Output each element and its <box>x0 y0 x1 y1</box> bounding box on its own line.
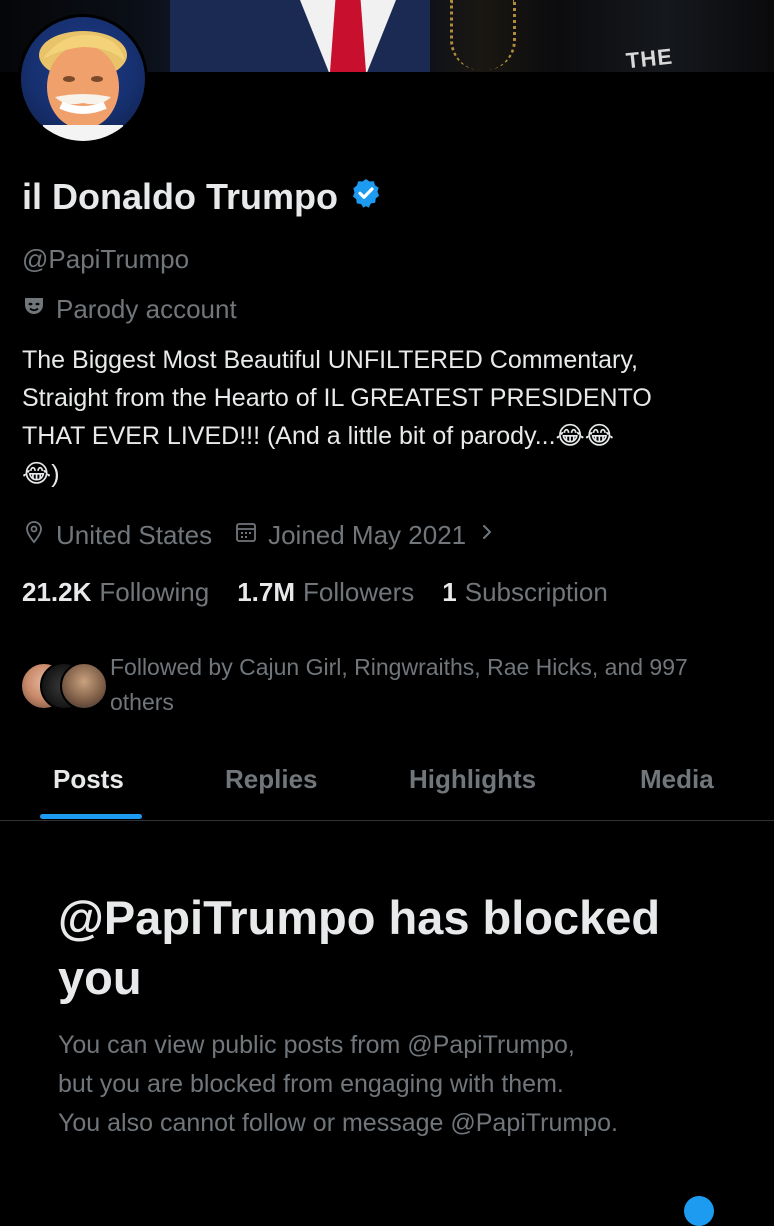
followed-by-text: Followed by Cajun Girl, Ringwraiths, Rae… <box>110 654 688 715</box>
subscription-label: Subscription <box>464 577 608 607</box>
profile-handle: @PapiTrumpo <box>22 244 190 274</box>
subscription-stat[interactable]: 1 Subscription <box>442 577 608 608</box>
avatar[interactable] <box>18 14 148 144</box>
tab-replies[interactable]: Replies <box>225 764 318 795</box>
blocked-title: @PapiTrumpo has blocked you <box>58 891 661 1004</box>
theater-mask-icon <box>22 294 46 325</box>
banner-tie <box>330 0 366 72</box>
following-stat[interactable]: 21.2K Following <box>22 577 209 608</box>
chevron-right-icon[interactable] <box>476 520 498 551</box>
profile-bio: The Biggest Most Beautiful UNFILTERED Co… <box>22 346 652 488</box>
followers-label: Followers <box>303 577 415 607</box>
profile-tabs: Posts Replies Highlights Media <box>0 752 774 821</box>
calendar-icon <box>234 520 258 551</box>
floating-action-button[interactable] <box>684 1196 714 1226</box>
active-tab-indicator <box>40 814 142 819</box>
parody-label: Parody account <box>56 294 237 324</box>
tab-media[interactable]: Media <box>640 764 714 795</box>
tab-highlights[interactable]: Highlights <box>409 764 536 795</box>
followers-stat[interactable]: 1.7M Followers <box>237 577 414 608</box>
verified-badge-icon[interactable] <box>350 176 382 218</box>
profile-name-row: il Donaldo Trumpo <box>22 176 382 218</box>
following-label: Following <box>99 577 210 607</box>
avatar-image <box>21 17 145 141</box>
joined-item[interactable]: Joined May 2021 <box>234 520 498 551</box>
follower-avatars <box>20 662 108 710</box>
joined-text: Joined May 2021 <box>268 520 467 550</box>
blocked-description: You can view public posts from @PapiTrum… <box>58 1031 618 1137</box>
banner-chain <box>450 0 516 70</box>
profile-stats: 21.2K Following 1.7M Followers 1 Subscripti… <box>22 577 608 608</box>
followed-by-row[interactable]: Followed by Cajun Girl, Ringwraiths, Rae… <box>20 650 730 720</box>
location-text: United States <box>56 520 213 550</box>
profile-meta: United States Joined May 2021 <box>22 520 498 551</box>
tab-posts[interactable]: Posts <box>53 764 124 795</box>
parody-label-row: Parody account <box>22 294 237 325</box>
subscription-count: 1 <box>442 577 457 607</box>
follower-avatar <box>60 662 108 710</box>
followers-count: 1.7M <box>237 577 296 607</box>
location-pin-icon <box>22 520 46 551</box>
banner-lettering: THE <box>624 43 675 72</box>
following-count: 21.2K <box>22 577 92 607</box>
location-item: United States <box>22 520 212 551</box>
profile-name: il Donaldo Trumpo <box>22 176 338 217</box>
